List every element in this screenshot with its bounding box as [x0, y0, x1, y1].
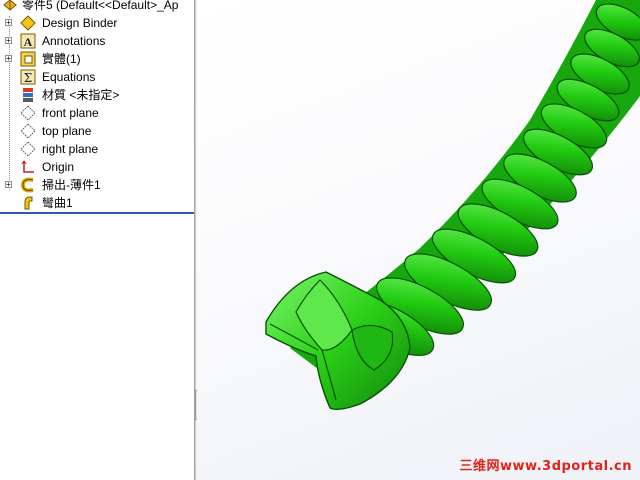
svg-text:Σ: Σ — [24, 71, 32, 85]
tree-item-label: Annotations — [42, 34, 106, 48]
rollback-bar[interactable] — [0, 212, 194, 214]
plane-icon — [20, 105, 36, 121]
equations-icon: Σ — [20, 69, 36, 85]
flex-icon — [24, 196, 33, 210]
tree-item-label: 實體(1) — [42, 52, 81, 66]
tree-item-label: 材質 <未指定> — [42, 88, 120, 102]
tree-root-part[interactable]: 零件5 (Default<<Default>_Ap — [0, 0, 194, 14]
watermark-text: 三维网www.3dportal.cn — [459, 459, 632, 474]
tree-item-flex[interactable]: 彎曲1 — [0, 194, 194, 212]
tree-item-right-plane[interactable]: right plane — [0, 140, 194, 158]
tree-item-solid-bodies[interactable]: + 實體(1) — [0, 50, 194, 68]
tree-item-label: Origin — [42, 160, 75, 174]
tree-item-label: top plane — [42, 124, 92, 138]
tree-item-annotations[interactable]: + A Annotations — [0, 32, 194, 50]
tree-item-material[interactable]: 材質 <未指定> — [0, 86, 194, 104]
graphics-viewport[interactable]: 三维网www.3dportal.cn — [197, 0, 640, 480]
tree-item-label: Design Binder — [42, 16, 118, 30]
part-icon — [3, 0, 17, 11]
tree-item-label: 彎曲1 — [42, 196, 73, 210]
tree-item-front-plane[interactable]: front plane — [0, 104, 194, 122]
green-twisted-sweep-model — [265, 0, 640, 411]
svg-text:A: A — [24, 35, 33, 49]
tree-item-sweep-thin[interactable]: + 掃出-薄件1 — [0, 176, 194, 194]
tree-item-equations[interactable]: Σ Equations — [0, 68, 194, 86]
material-icon — [23, 88, 33, 102]
expand-toggle-icon[interactable]: + — [5, 37, 12, 45]
feature-manager-tree: 零件5 (Default<<Default>_Ap + Design Binde… — [0, 0, 194, 480]
design-binder-icon — [20, 15, 36, 31]
tree-item-label: Equations — [42, 70, 96, 84]
annotations-icon: A — [20, 33, 36, 49]
tree-item-label: 掃出-薄件1 — [42, 178, 101, 192]
expand-toggle-icon[interactable]: + — [5, 55, 12, 63]
origin-icon — [21, 160, 34, 173]
solid-bodies-icon — [20, 51, 36, 67]
plane-icon — [20, 141, 36, 157]
tree-item-top-plane[interactable]: top plane — [0, 122, 194, 140]
sweep-icon — [20, 177, 34, 193]
tree-item-origin[interactable]: Origin — [0, 158, 194, 176]
tree-item-label: right plane — [42, 142, 99, 156]
plane-icon — [20, 123, 36, 139]
expand-toggle-icon[interactable]: + — [5, 19, 12, 27]
tree-item-design-binder[interactable]: + Design Binder — [0, 14, 194, 32]
expand-toggle-icon[interactable]: + — [5, 181, 12, 189]
tree-item-label: front plane — [42, 106, 99, 120]
tree-root-label: 零件5 (Default<<Default>_Ap — [22, 0, 179, 12]
